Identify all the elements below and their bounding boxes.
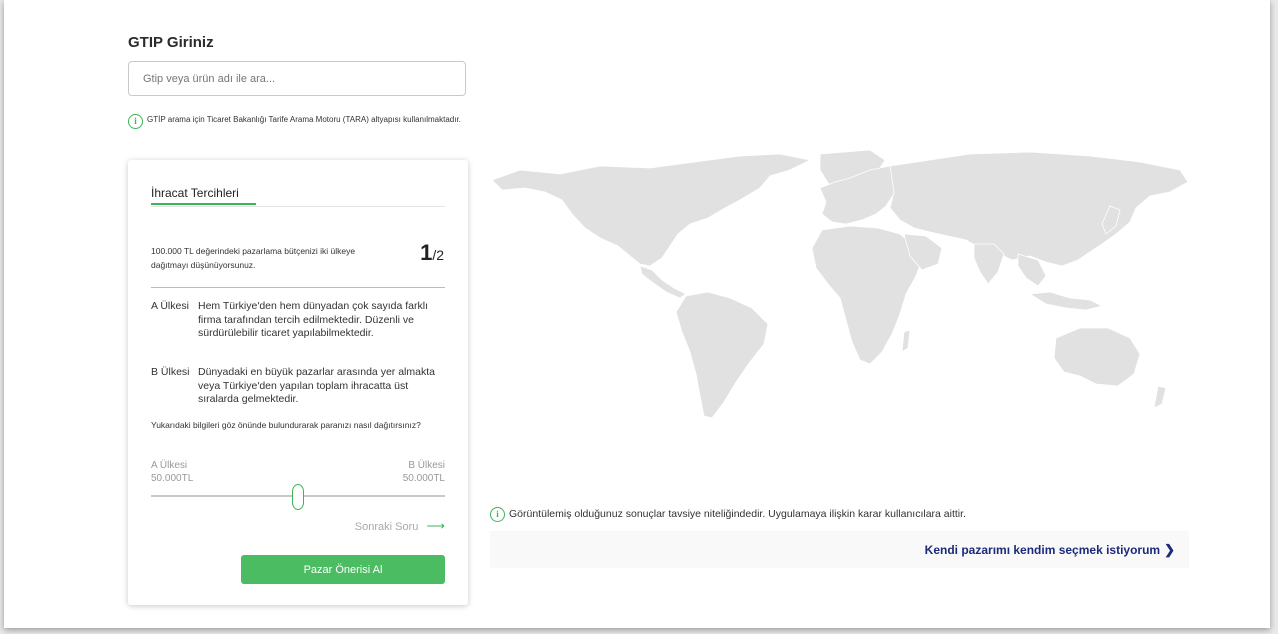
tab-divider (151, 206, 445, 207)
info-icon: i (128, 114, 143, 129)
active-tab-indicator (151, 203, 256, 205)
option-a-label: A Ülkesi (151, 300, 189, 312)
step-current: 1 (420, 240, 433, 265)
tara-info-text: GTİP arama için Ticaret Bakanlığı Tarife… (147, 115, 461, 124)
world-map (491, 149, 1189, 419)
arrow-right-icon: ⟶ (426, 518, 445, 533)
next-question-link[interactable]: Sonraki Soru ⟶ (355, 518, 445, 534)
budget-slider-thumb[interactable] (292, 484, 304, 510)
choose-own-market-label: Kendi pazarımı kendim seçmek istiyorum (924, 543, 1161, 557)
get-market-suggestion-button[interactable]: Pazar Önerisi Al (241, 555, 445, 584)
distribution-prompt: Yukarıdaki bilgileri göz önünde bulundur… (151, 420, 421, 430)
slider-left-label: A Ülkesi 50.000TL (151, 459, 193, 485)
country-a-amount: 50.000TL (151, 473, 194, 484)
next-question-label: Sonraki Soru (354, 521, 419, 533)
india-shape (973, 243, 1005, 285)
option-a-description: Hem Türkiye'den hem dünyadan çok sayıda … (198, 300, 429, 339)
option-b-label: B Ülkesi (151, 366, 190, 378)
north-america-shape (491, 153, 812, 267)
country-a-label: A Ülkesi (151, 460, 188, 471)
info-icon: i (490, 507, 505, 522)
option-b-description: Dünyadaki en büyük pazarlar arasında yer… (198, 366, 435, 405)
page-frame: GTIP Giriniz i GTİP arama için Ticaret B… (4, 0, 1270, 628)
export-preferences-card: İhracat Tercihleri 100.000 TL değerindek… (128, 160, 468, 605)
question-text: 100.000 TL değerindeki pazarlama bütçeni… (151, 246, 356, 270)
south-america-shape (675, 291, 769, 419)
step-total: /2 (432, 247, 444, 263)
country-b-amount: 50.000TL (402, 473, 445, 484)
chevron-right-icon: ❯ (1164, 542, 1175, 557)
own-market-bar: Kendi pazarımı kendim seçmek istiyorum ❯ (490, 531, 1189, 568)
choose-own-market-link[interactable]: Kendi pazarımı kendim seçmek istiyorum ❯ (925, 542, 1175, 558)
australia-shape (1053, 327, 1141, 387)
step-counter: 1/2 (420, 240, 444, 266)
indonesia-shape (1028, 291, 1104, 311)
disclaimer-text: Görüntülemiş olduğunuz sonuçlar tavsiye … (509, 508, 966, 520)
page-title: GTIP Giriniz (128, 34, 214, 51)
country-b-label: B Ülkesi (408, 460, 445, 471)
new-zealand-shape (1153, 385, 1167, 409)
slider-right-label: B Ülkesi 50.000TL (403, 459, 445, 485)
question-divider (151, 287, 445, 288)
madagascar-shape (901, 329, 911, 353)
central-america-shape (639, 265, 687, 299)
gtip-search-input[interactable] (128, 61, 466, 96)
tab-export-preferences[interactable]: İhracat Tercihleri (151, 186, 239, 200)
